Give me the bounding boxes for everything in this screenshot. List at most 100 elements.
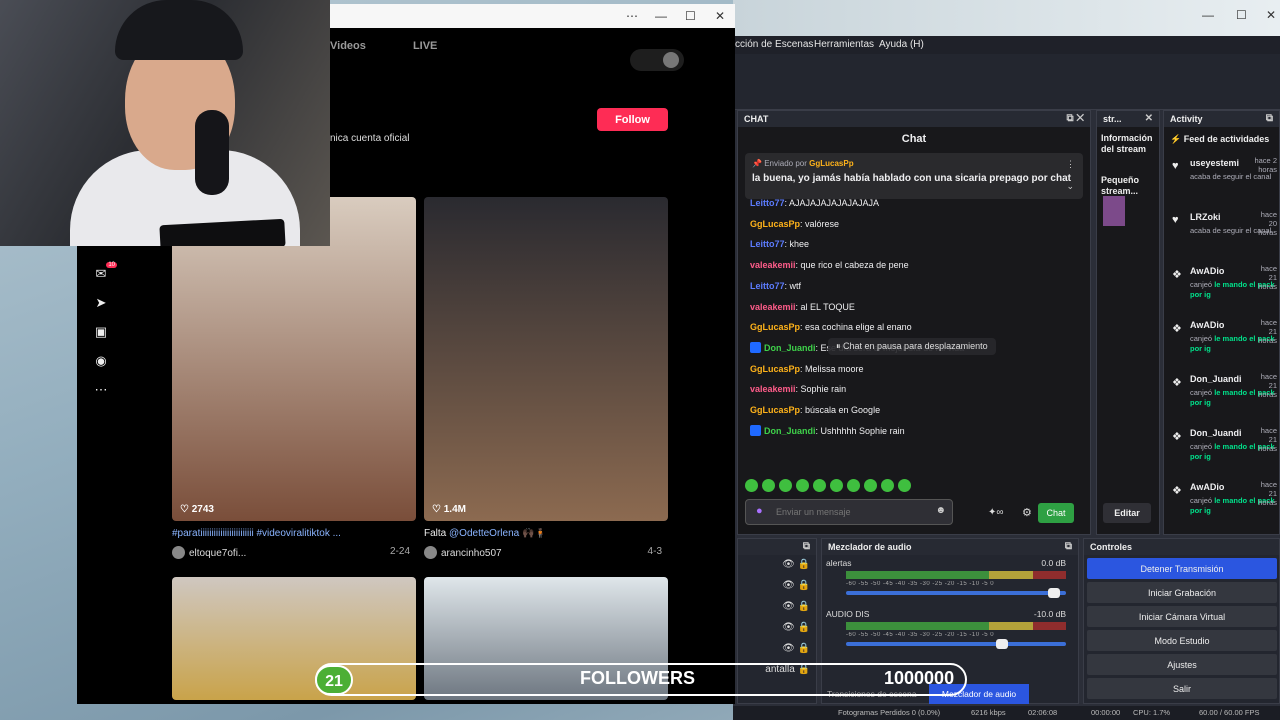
send-icon[interactable]: ➤ (89, 295, 113, 324)
source-row[interactable]: 👁 🔒 (738, 601, 816, 622)
video-author[interactable]: arancinho507 4-3 (424, 546, 668, 559)
eye-icon[interactable]: 👁 (782, 580, 795, 591)
volume-slider[interactable] (846, 639, 1066, 649)
chat-username[interactable]: GgLucasPp (750, 322, 800, 332)
emote-icon[interactable] (830, 479, 843, 492)
minimize-icon[interactable]: — (1202, 8, 1214, 22)
tab-live[interactable]: LIVE (413, 40, 437, 52)
chat-paused-notice[interactable]: ⏸ Chat en pausa para desplazamiento (828, 338, 996, 355)
video-thumbnail[interactable]: ♡ 1.4M (424, 197, 668, 521)
emote-icon[interactable] (813, 479, 826, 492)
chat-input[interactable] (746, 500, 926, 524)
chat-username[interactable]: Leitto77 (750, 239, 785, 249)
emote-icon[interactable] (864, 479, 877, 492)
activity-item[interactable]: ❖ AwADio hace 21 horas canjeó le mando el p… (1164, 260, 1279, 314)
chat-username[interactable]: Don_Juandi (764, 426, 816, 436)
chat-send-button[interactable]: Chat (1038, 503, 1074, 523)
activity-time: hace 21 horas (1258, 264, 1277, 291)
heart-icon: ♡ (180, 504, 192, 515)
emote-icon[interactable] (881, 479, 894, 492)
volume-slider[interactable] (846, 588, 1066, 598)
control-button[interactable]: Salir (1087, 678, 1277, 699)
gear-icon[interactable]: ⚙ (1022, 506, 1032, 519)
activity-time: hace 21 horas (1258, 480, 1277, 507)
source-row[interactable]: 👁 🔒 (738, 622, 816, 643)
activity-item[interactable]: ❖ AwADio hace 21 horas canjeó le mando el p… (1164, 314, 1279, 368)
close-icon[interactable]: ✕ (715, 9, 725, 23)
avatar[interactable] (663, 52, 679, 68)
emote-icon[interactable] (762, 479, 775, 492)
more-icon[interactable]: ⋯ (89, 382, 113, 411)
chat-username[interactable]: GgLucasPp (750, 405, 800, 415)
chat-username[interactable]: Leitto77 (750, 198, 785, 208)
obs-window: — ☐ ✕ cción de Escenas Herramientas Ayud… (733, 0, 1280, 720)
chat-username[interactable]: Leitto77 (750, 281, 785, 291)
control-button[interactable]: Detener Transmisión (1087, 558, 1277, 579)
inbox-icon[interactable]: ✉ 10 (89, 262, 117, 295)
slider-handle[interactable] (1047, 588, 1060, 598)
chat-username[interactable]: GgLucasPp (750, 364, 800, 374)
profile-avatar-icon[interactable]: ◉ (89, 353, 113, 382)
points-icon[interactable]: ✦∞ (988, 507, 1004, 518)
tab-videos[interactable]: Videos (330, 40, 366, 52)
chat-username[interactable]: Don_Juandi (764, 343, 816, 353)
lock-icon[interactable]: 🔒 (798, 559, 810, 570)
more-options-icon[interactable]: ⋮ (1066, 159, 1075, 170)
emote-icon[interactable] (779, 479, 792, 492)
lock-icon[interactable]: 🔒 (798, 643, 810, 654)
maximize-icon[interactable]: ☐ (685, 9, 696, 23)
source-row[interactable]: 👁 🔒 (738, 580, 816, 601)
menu-scene-collection[interactable]: cción de Escenas (735, 39, 813, 50)
more-options-icon[interactable]: ⋯ (626, 9, 638, 23)
chat-username[interactable]: valeakemii (750, 302, 796, 312)
menu-help[interactable]: Ayuda (H) (879, 39, 924, 50)
chat-message: valeakemii: al EL TOQUE (750, 297, 1078, 318)
emote-icon[interactable] (898, 479, 911, 492)
control-button[interactable]: Ajustes (1087, 654, 1277, 675)
source-row[interactable]: 👁 🔒 (738, 559, 816, 580)
emoji-icon[interactable]: ☻ (935, 505, 946, 516)
activity-item[interactable]: ❖ AwADio hace 21 horas canjeó le mando el p… (1164, 476, 1279, 530)
activity-item[interactable]: ❖ Don_Juandi hace 21 horas canjeó le mando … (1164, 422, 1279, 476)
lock-icon[interactable]: 🔒 (798, 580, 810, 591)
chat-username[interactable]: valeakemii (750, 260, 796, 270)
activity-item[interactable]: ♥ LRZoki hace 20 horas acaba de seguir el c… (1164, 206, 1279, 260)
eye-icon[interactable]: 👁 (782, 643, 795, 654)
video-caption[interactable]: #paratiiiiiiiiiiiiiiiiiiiiiiii #videovir… (172, 528, 412, 539)
eye-icon[interactable]: 👁 (782, 601, 795, 612)
eye-icon[interactable]: 👁 (782, 622, 795, 633)
chat-username[interactable]: valeakemii (750, 384, 796, 394)
caption-tag[interactable]: @OdetteOrlena (449, 528, 519, 539)
dock-popout-icon[interactable]: ⧉ (803, 541, 810, 552)
dock-close-icon[interactable]: ✕ (1145, 113, 1153, 124)
dock-popout-icon[interactable]: ⧉ (1065, 541, 1072, 552)
slider-handle[interactable] (995, 639, 1008, 649)
live-tv-icon[interactable]: ▣ (89, 324, 113, 353)
lock-icon[interactable]: 🔒 (798, 622, 810, 633)
close-icon[interactable]: ✕ (1266, 8, 1276, 22)
video-caption[interactable]: Falta @OdetteOrlena 🙌🏿🧍🏿 (424, 528, 664, 539)
control-button[interactable]: Modo Estudio (1087, 630, 1277, 651)
maximize-icon[interactable]: ☐ (1236, 8, 1247, 22)
followers-target: 1000000 (884, 668, 955, 688)
control-button[interactable]: Iniciar Cámara Virtual (1087, 606, 1277, 627)
caption-tag[interactable]: #paratiiiiiiiiiiiiiiiiiiiiiiii #videovir… (172, 528, 341, 539)
emote-icon[interactable] (745, 479, 758, 492)
video-author[interactable]: eltoque7ofi... 2-24 (172, 546, 416, 559)
emote-icon[interactable] (796, 479, 809, 492)
lock-icon[interactable]: 🔒 (798, 601, 810, 612)
activity-item[interactable]: ♥ useyestemi hace 2 horas acaba de seguir e… (1164, 152, 1279, 206)
edit-stream-button[interactable]: Editar (1103, 503, 1151, 523)
activity-item[interactable]: ❖ Don_Juandi hace 21 horas canjeó le mando … (1164, 368, 1279, 422)
control-button[interactable]: Iniciar Grabación (1087, 582, 1277, 603)
menu-tools[interactable]: Herramientas (814, 39, 874, 50)
chat-username[interactable]: GgLucasPp (750, 219, 800, 229)
eye-icon[interactable]: 👁 (782, 559, 795, 570)
source-row[interactable]: 👁 🔒 (738, 643, 816, 664)
mic-icon[interactable]: ● (756, 505, 763, 517)
emote-icon[interactable] (847, 479, 860, 492)
dock-popout-icon[interactable]: ⧉ (1266, 113, 1273, 124)
follow-button[interactable]: Follow (597, 108, 668, 131)
dock-close-icon[interactable]: ⧉ ✕ (1066, 113, 1084, 124)
minimize-icon[interactable]: — (655, 9, 667, 23)
